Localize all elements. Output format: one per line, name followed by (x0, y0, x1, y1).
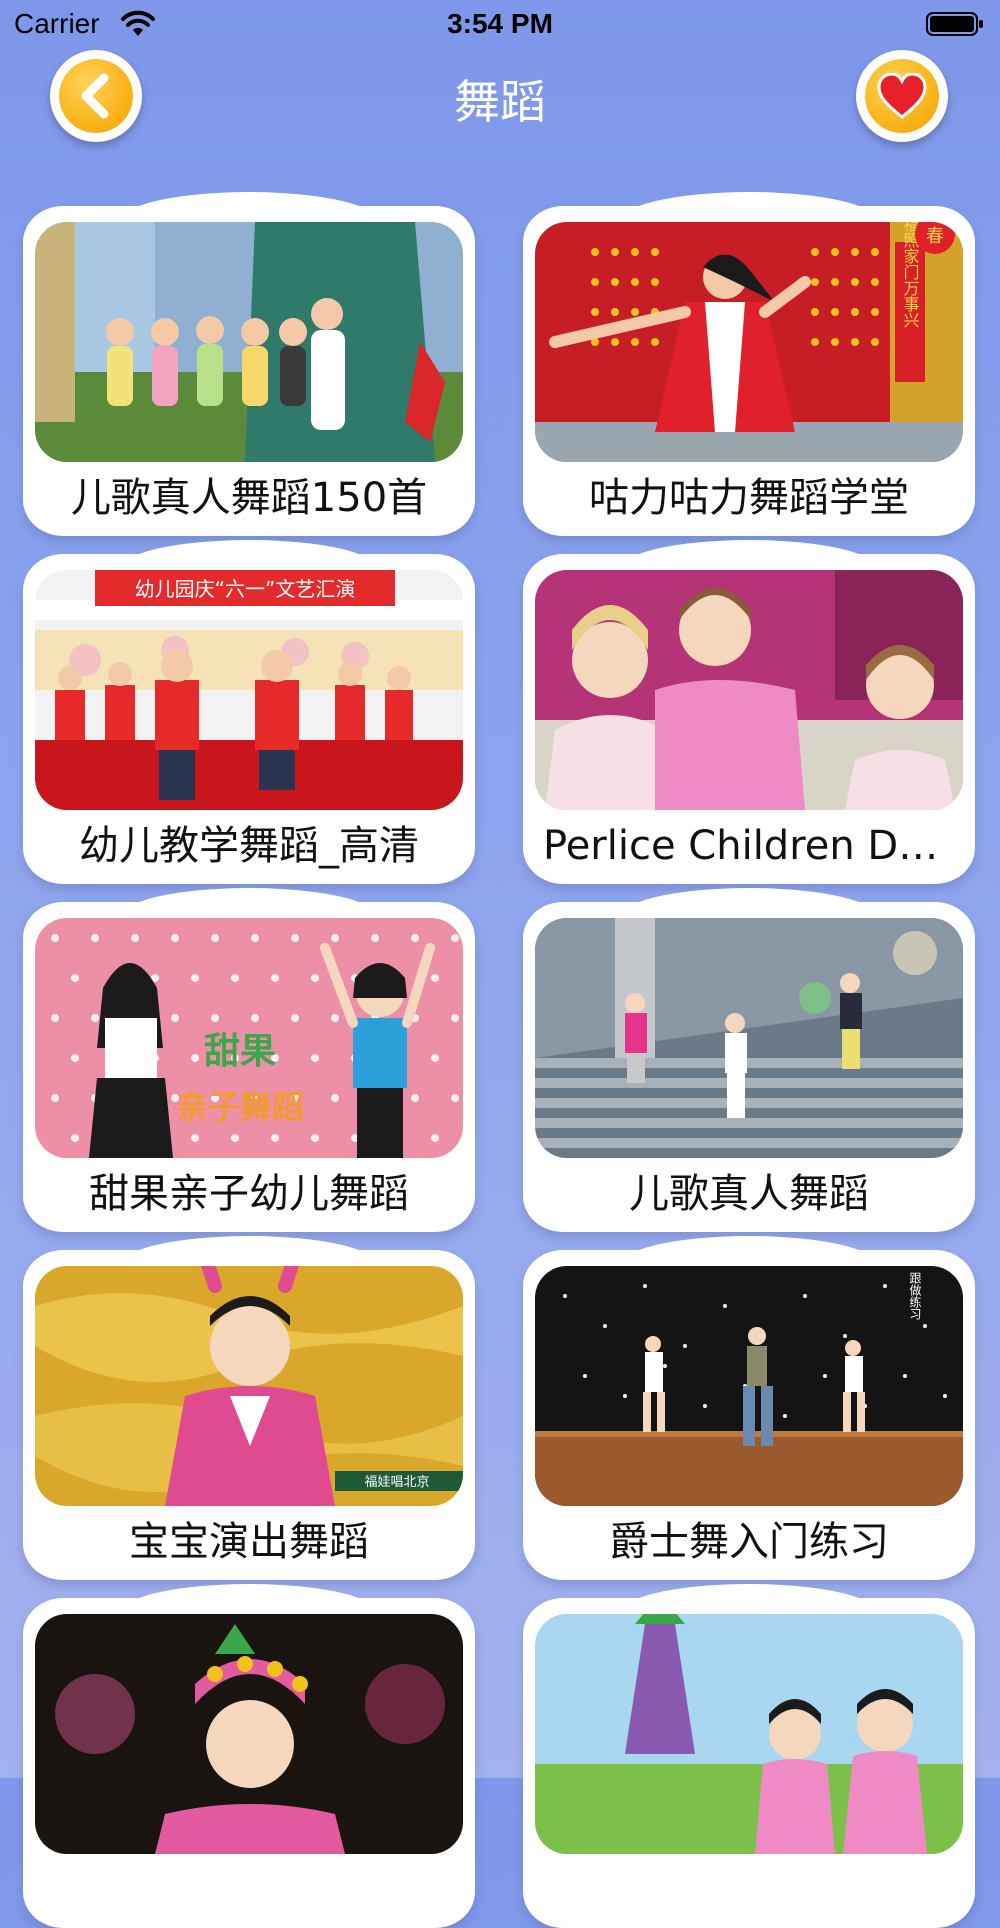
video-grid: 儿歌真人舞蹈150首 福照家门万事兴 春 咕力咕力舞蹈学堂 幼儿园庆“六一”文艺… (0, 190, 1000, 1928)
video-title (543, 1858, 955, 1922)
video-card[interactable]: 福照家门万事兴 春 咕力咕力舞蹈学堂 (523, 206, 975, 536)
thumbnail-image (35, 222, 463, 462)
video-thumbnail[interactable] (535, 570, 963, 810)
battery-icon (926, 12, 983, 36)
video-thumbnail[interactable] (535, 1614, 963, 1854)
video-title: 咕力咕力舞蹈学堂 (589, 475, 909, 521)
thumbnail-text: 幼儿园庆“六一”文艺汇演 (135, 577, 356, 601)
video-title: 儿歌真人舞蹈150首 (70, 475, 428, 521)
thumbnail-text: 甜果 (204, 1031, 276, 1072)
video-card[interactable]: 儿歌真人舞蹈150首 (23, 206, 475, 536)
video-thumbnail[interactable]: 跟做练习 (535, 1266, 963, 1506)
video-card[interactable]: 跟做练习 爵士舞入门练习 (523, 1250, 975, 1580)
video-thumbnail[interactable] (35, 222, 463, 462)
heart-icon (877, 73, 927, 119)
video-title: 爵士舞入门练习 (609, 1519, 889, 1565)
thumbnail-text: 亲子舞蹈 (176, 1088, 304, 1126)
video-thumbnail[interactable]: 福照家门万事兴 春 (535, 222, 963, 462)
video-card[interactable]: 儿歌真人舞蹈 (523, 902, 975, 1232)
video-card[interactable] (23, 1598, 475, 1928)
thumbnail-image (535, 1614, 963, 1854)
thumbnail-text: 跟做练习 (908, 1272, 922, 1320)
favorite-button[interactable] (856, 50, 948, 142)
thumbnail-image: 甜果 亲子舞蹈 (35, 918, 463, 1158)
thumbnail-image: 跟做练习 (535, 1266, 963, 1506)
thumbnail-image: 福娃唱北京 (35, 1266, 463, 1506)
video-thumbnail[interactable]: 甜果 亲子舞蹈 (35, 918, 463, 1158)
video-thumbnail[interactable] (35, 1614, 463, 1854)
thumbnail-image (535, 918, 963, 1158)
thumbnail-text: 福娃唱北京 (364, 1475, 429, 1490)
clock: 3:54 PM (447, 8, 553, 39)
video-title: 甜果亲子幼儿舞蹈 (89, 1171, 409, 1217)
video-card[interactable] (523, 1598, 975, 1928)
video-thumbnail[interactable]: 幼儿园庆“六一”文艺汇演 (35, 570, 463, 810)
video-card[interactable]: 甜果 亲子舞蹈 甜果亲子幼儿舞蹈 (23, 902, 475, 1232)
video-card[interactable]: 福娃唱北京 宝宝演出舞蹈 (23, 1250, 475, 1580)
video-thumbnail[interactable]: 福娃唱北京 (35, 1266, 463, 1506)
video-title (43, 1858, 455, 1922)
video-title: 儿歌真人舞蹈 (629, 1171, 869, 1217)
thumbnail-image: 幼儿园庆“六一”文艺汇演 (35, 570, 463, 810)
video-thumbnail[interactable] (535, 918, 963, 1158)
video-title: 幼儿教学舞蹈_高清 (79, 823, 419, 869)
video-card[interactable]: Perlice Children Dance (523, 554, 975, 884)
video-title: Perlice Children Dance (543, 823, 955, 869)
page-title: 舞蹈 (454, 75, 546, 129)
video-title: 宝宝演出舞蹈 (129, 1519, 369, 1565)
thumbnail-image (35, 1614, 463, 1854)
thumbnail-image (535, 570, 963, 810)
thumbnail-text: 春 (926, 226, 944, 247)
thumbnail-image: 福照家门万事兴 春 (535, 222, 963, 462)
video-card[interactable]: 幼儿园庆“六一”文艺汇演 幼儿教学舞蹈_高清 (23, 554, 475, 884)
status-bar: Carrier 3:54 PM (0, 0, 1000, 50)
